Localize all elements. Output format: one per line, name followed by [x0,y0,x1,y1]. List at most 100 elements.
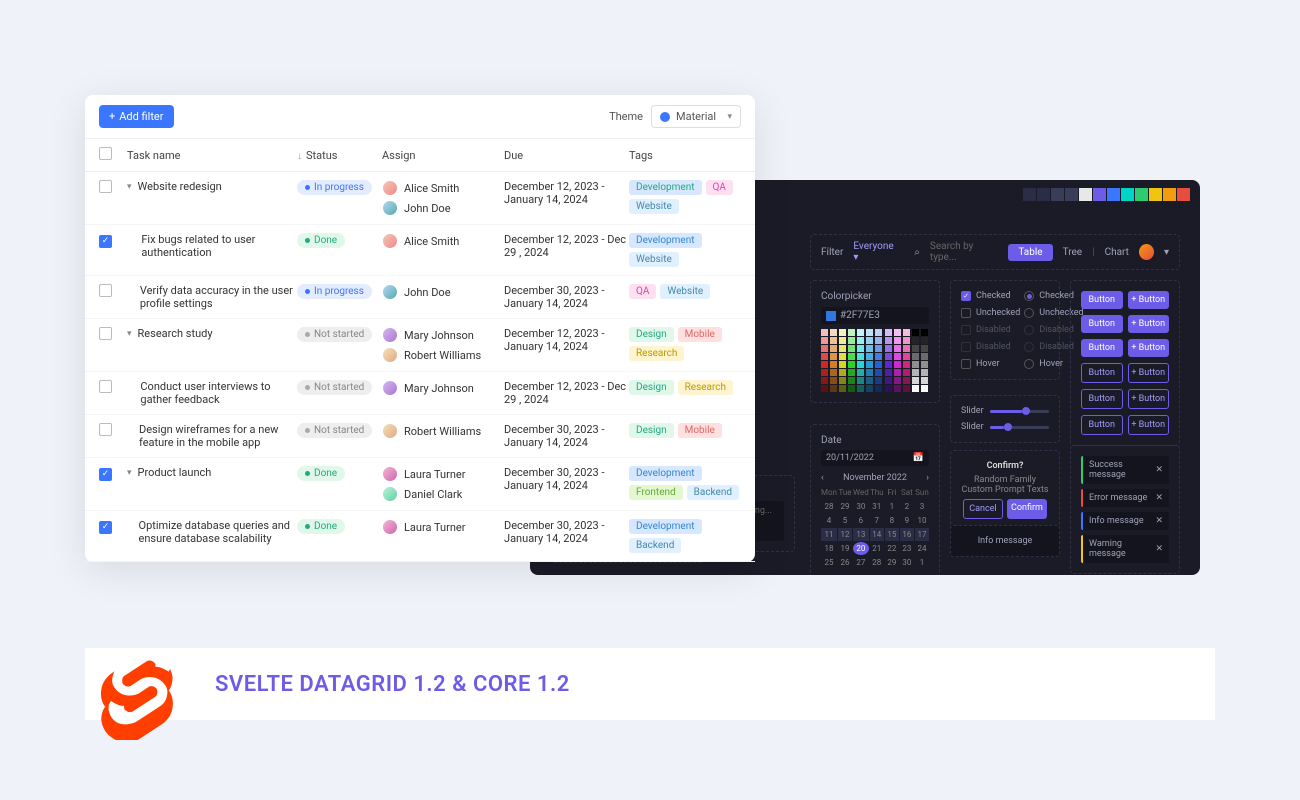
col-assign[interactable]: Assign [382,149,504,162]
row-checkbox[interactable] [99,423,112,436]
add-button[interactable]: + Button [1128,415,1170,435]
calendar-grid[interactable]: MonTueWedThuFriSatSun2829303112345678910… [821,486,929,569]
checkbox-item[interactable]: ✓Checked [961,291,1020,301]
date-input[interactable]: 20/11/2022📅 [821,450,929,466]
theme-dropdown[interactable]: Material ▾ [651,105,741,128]
color-swatch[interactable] [1079,188,1092,201]
add-button[interactable]: + Button [1128,339,1170,357]
tab-tree[interactable]: Tree [1063,247,1083,258]
button[interactable]: Button [1081,363,1123,383]
user-avatar[interactable] [1139,244,1154,260]
add-button[interactable]: + Button [1128,363,1170,383]
tab-chart[interactable]: Chart [1105,247,1129,258]
button[interactable]: Button [1081,291,1123,309]
chevron-down-icon: ▾ [1164,247,1169,258]
checkbox-item[interactable]: Unchecked [961,308,1020,318]
table-row[interactable]: ▾Research study Not started Mary Johnson… [85,319,755,372]
col-status[interactable]: ↓Status [297,149,382,162]
datagrid-light-panel: +Add filter Theme Material ▾ Task name ↓… [85,95,755,562]
avatar-icon [382,486,398,502]
color-swatch-bar [995,188,1190,201]
button[interactable]: Button [1081,315,1123,333]
select-all-checkbox[interactable] [99,147,112,160]
color-swatch[interactable] [1065,188,1078,201]
add-button[interactable]: + Button [1128,315,1170,333]
color-swatch[interactable] [1177,188,1190,201]
color-swatch[interactable] [995,188,1008,201]
table-row[interactable]: ✓ Fix bugs related to user authenticatio… [85,225,755,276]
color-swatch[interactable] [1121,188,1134,201]
slider[interactable]: Slider [961,406,1049,416]
search-input[interactable]: Search by type... [930,241,998,263]
add-button[interactable]: + Button [1128,389,1170,409]
confirm-button[interactable]: Confirm [1007,499,1047,519]
avatar-icon [382,423,398,439]
confirm-dialog: Confirm? Random Family Custom Prompt Tex… [950,450,1060,530]
tab-table[interactable]: Table [1008,244,1052,261]
row-checkbox[interactable] [99,327,112,340]
task-name: Verify data accuracy in the user profile… [140,284,297,310]
row-checkbox[interactable] [99,180,112,193]
prev-month-button[interactable]: ‹ [821,473,824,483]
add-filter-button[interactable]: +Add filter [99,105,174,128]
date-title: Date [821,435,929,446]
close-icon[interactable]: ✕ [1155,544,1163,554]
row-checkbox[interactable]: ✓ [99,521,112,534]
color-swatch[interactable] [1135,188,1148,201]
expand-caret-icon[interactable]: ▾ [127,466,132,479]
close-icon[interactable]: ✕ [1155,465,1163,475]
svelte-logo-icon [85,642,185,742]
slider[interactable]: Slider [961,422,1049,432]
button[interactable]: Button [1081,389,1123,409]
button[interactable]: Button [1081,415,1123,435]
page-title: SVELTE DATAGRID 1.2 & CORE 1.2 [215,672,570,697]
cancel-button[interactable]: Cancel [963,499,1003,519]
color-swatch[interactable] [1149,188,1162,201]
tag: Research [629,346,684,361]
color-swatch[interactable] [1163,188,1176,201]
title-bar: SVELTE DATAGRID 1.2 & CORE 1.2 [85,648,1215,720]
theme-label: Theme [609,110,643,123]
colorpicker-input[interactable]: #2F77E3 [821,307,929,324]
button[interactable]: Button [1081,339,1123,357]
everyone-dropdown[interactable]: Everyone ▾ [853,241,898,263]
add-button[interactable]: + Button [1128,291,1170,309]
task-name: Fix bugs related to user authentication [141,233,297,259]
table-row[interactable]: Design wireframes for a new feature in t… [85,415,755,458]
expand-caret-icon[interactable]: ▾ [127,327,132,340]
color-swatch[interactable] [1107,188,1120,201]
color-swatch[interactable] [1009,188,1022,201]
row-checkbox[interactable]: ✓ [99,235,112,248]
table-row[interactable]: Conduct user interviews to gather feedba… [85,372,755,415]
next-month-button[interactable]: › [926,473,929,483]
col-due[interactable]: Due [504,149,629,162]
close-icon[interactable]: ✕ [1155,516,1163,526]
checkbox-item: Disabled [961,342,1020,352]
color-swatch[interactable] [1037,188,1050,201]
tag: Backend [629,538,681,553]
row-checkbox[interactable] [99,380,112,393]
due-date: December 12, 2023 - January 14, 2024 [504,180,629,206]
table-row[interactable]: Verify data accuracy in the user profile… [85,276,755,319]
expand-caret-icon[interactable]: ▾ [127,180,132,193]
info-message-card: Info message [950,525,1060,557]
avatar-icon [382,200,398,216]
table-row[interactable]: ✓ Optimize database queries and ensure d… [85,511,755,562]
status-pill: In progress [297,284,372,299]
col-task-name[interactable]: Task name [127,149,297,162]
datepicker-card: Date 20/11/2022📅 ‹November 2022› MonTueW… [810,424,940,575]
table-row[interactable]: ✓ ▾Product launch Done Laura TurnerDanie… [85,458,755,511]
chevron-down-icon: ▾ [727,112,732,122]
colorpicker-grid[interactable] [821,329,929,392]
color-swatch[interactable] [1023,188,1036,201]
color-swatch[interactable] [1093,188,1106,201]
assignee: Daniel Clark [382,486,504,502]
color-swatch[interactable] [1051,188,1064,201]
checkbox-item[interactable]: Hover [961,359,1020,369]
row-checkbox[interactable] [99,284,112,297]
task-name: Research study [138,327,213,340]
row-checkbox[interactable]: ✓ [99,468,112,481]
table-row[interactable]: ▾Website redesign In progress Alice Smit… [85,172,755,225]
close-icon[interactable]: ✕ [1155,493,1163,503]
col-tags[interactable]: Tags [629,149,741,162]
